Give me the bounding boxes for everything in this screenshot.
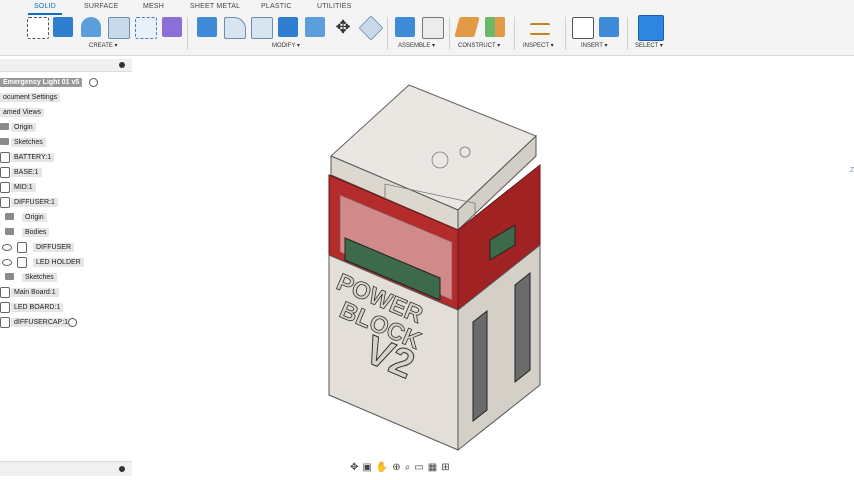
folder-icon bbox=[0, 123, 9, 130]
folder-icon bbox=[5, 273, 14, 280]
canvas-viewport[interactable]: POWER BLOCK V2 Z bbox=[140, 60, 854, 458]
revolve-icon[interactable] bbox=[81, 17, 101, 37]
combine-icon[interactable] bbox=[305, 17, 325, 37]
zoom-window-icon[interactable]: ⌕ bbox=[405, 462, 411, 476]
root-label: Emergency Light 01 v5 bbox=[0, 78, 83, 87]
zoom-icon[interactable]: ⊕ bbox=[392, 462, 400, 476]
create-group-label[interactable]: CREATE ▾ bbox=[89, 42, 118, 49]
separator bbox=[565, 17, 566, 50]
separator bbox=[187, 17, 188, 50]
fillet-icon[interactable] bbox=[224, 17, 246, 39]
toolbar: SOLID SURFACE MESH SHEET METAL PLASTIC U… bbox=[0, 0, 854, 56]
folder-icon bbox=[0, 138, 9, 145]
separator bbox=[627, 17, 628, 50]
tree-item-label: Bodies bbox=[22, 228, 50, 237]
tree-item-label: Sketches bbox=[22, 273, 57, 282]
separator bbox=[514, 17, 515, 50]
component-icon bbox=[0, 182, 10, 193]
offset-plane-icon[interactable] bbox=[454, 17, 480, 37]
select-icon[interactable] bbox=[638, 15, 664, 41]
midplane-icon[interactable] bbox=[485, 17, 505, 37]
tab-solid[interactable]: SOLID bbox=[34, 3, 56, 10]
hole-icon[interactable] bbox=[108, 17, 130, 39]
tree-item-label: dIFFUSERCAP:1 bbox=[11, 318, 72, 327]
insert-group-label[interactable]: INSERT ▾ bbox=[581, 42, 607, 49]
tree-item-label: ocument Settings bbox=[0, 93, 61, 102]
tree-item-label: MID:1 bbox=[11, 183, 36, 192]
component-icon bbox=[0, 302, 10, 313]
tree-item-label: amed Views bbox=[0, 108, 45, 117]
tab-plastic[interactable]: PLASTIC bbox=[261, 3, 292, 10]
browser-header bbox=[0, 59, 132, 72]
extrude-icon[interactable] bbox=[53, 17, 73, 37]
folder-icon bbox=[5, 213, 14, 220]
tab-utilities[interactable]: UTILITIES bbox=[317, 3, 351, 10]
move-icon[interactable]: ✥ bbox=[333, 17, 353, 37]
viewcube-z-label[interactable]: Z bbox=[850, 167, 854, 174]
display-settings-icon[interactable]: ▭ bbox=[414, 462, 423, 476]
model-render: POWER BLOCK V2 bbox=[328, 84, 541, 452]
separator bbox=[449, 17, 450, 50]
new-component-icon[interactable] bbox=[395, 17, 415, 37]
activate-radio-icon[interactable] bbox=[68, 318, 77, 327]
create-form-icon[interactable] bbox=[162, 17, 182, 37]
tab-sheet-metal[interactable]: SHEET METAL bbox=[190, 3, 240, 10]
look-at-icon[interactable]: ▣ bbox=[362, 462, 371, 476]
component-icon bbox=[0, 317, 10, 328]
tree-item-label: DIFFUSER:1 bbox=[11, 198, 58, 207]
active-tab-indicator bbox=[28, 13, 62, 15]
navigation-bar: ✥ ▣ ✋ ⊕ ⌕ ▭ ▦ ⊞ bbox=[350, 462, 450, 476]
select-group-label[interactable]: SELECT ▾ bbox=[635, 42, 663, 49]
separator bbox=[387, 17, 388, 50]
orbit-icon[interactable]: ✥ bbox=[350, 462, 358, 476]
align-icon[interactable] bbox=[358, 15, 384, 41]
insert-image-icon[interactable] bbox=[599, 17, 619, 37]
body-icon bbox=[17, 257, 27, 268]
grid-settings-icon[interactable]: ▦ bbox=[428, 462, 437, 476]
tree-item-label: LED HOLDER bbox=[33, 258, 84, 267]
modify-group-label[interactable]: MODIFY ▾ bbox=[272, 42, 300, 49]
component-icon bbox=[0, 197, 10, 208]
folder-icon bbox=[5, 228, 14, 235]
body-icon bbox=[17, 242, 27, 253]
activate-radio-icon[interactable] bbox=[89, 78, 98, 87]
pattern-icon[interactable] bbox=[135, 17, 157, 39]
tab-bar: SOLID SURFACE MESH SHEET METAL PLASTIC U… bbox=[0, 0, 854, 15]
viewports-icon[interactable]: ⊞ bbox=[441, 462, 449, 476]
component-icon bbox=[0, 287, 10, 298]
tab-mesh[interactable]: MESH bbox=[143, 3, 164, 10]
measure-icon[interactable] bbox=[530, 23, 550, 35]
shell-icon[interactable] bbox=[278, 17, 298, 37]
visibility-eye-icon[interactable] bbox=[2, 259, 12, 266]
construct-group-label[interactable]: CONSTRUCT ▾ bbox=[458, 42, 500, 49]
chamfer-icon[interactable] bbox=[251, 17, 273, 39]
tree-item-label: BASE:1 bbox=[11, 168, 42, 177]
tree-item-label: LED BOARD:1 bbox=[11, 303, 64, 312]
create-sketch-icon[interactable] bbox=[27, 17, 49, 39]
joint-icon[interactable] bbox=[422, 17, 444, 39]
tree-item-label: Origin bbox=[11, 123, 36, 132]
component-icon bbox=[0, 167, 10, 178]
insert-derive-icon[interactable] bbox=[572, 17, 594, 39]
pin-icon[interactable] bbox=[119, 62, 125, 68]
component-icon bbox=[0, 152, 10, 163]
tree-item-label: DIFFUSER bbox=[33, 243, 74, 252]
pin-icon[interactable] bbox=[119, 466, 125, 472]
tree-item-label: Main Board:1 bbox=[11, 288, 59, 297]
inspect-group-label[interactable]: INSPECT ▾ bbox=[523, 42, 554, 49]
visibility-eye-icon[interactable] bbox=[2, 244, 12, 251]
tree-item-label: BATTERY:1 bbox=[11, 153, 55, 162]
assemble-group-label[interactable]: ASSEMBLE ▾ bbox=[398, 42, 435, 49]
tab-surface[interactable]: SURFACE bbox=[84, 3, 118, 10]
comments-bar bbox=[0, 461, 132, 476]
tree-item-label: Sketches bbox=[11, 138, 46, 147]
pan-hand-icon[interactable]: ✋ bbox=[376, 462, 388, 476]
tree-item-label: Origin bbox=[22, 213, 47, 222]
press-pull-icon[interactable] bbox=[197, 17, 217, 37]
